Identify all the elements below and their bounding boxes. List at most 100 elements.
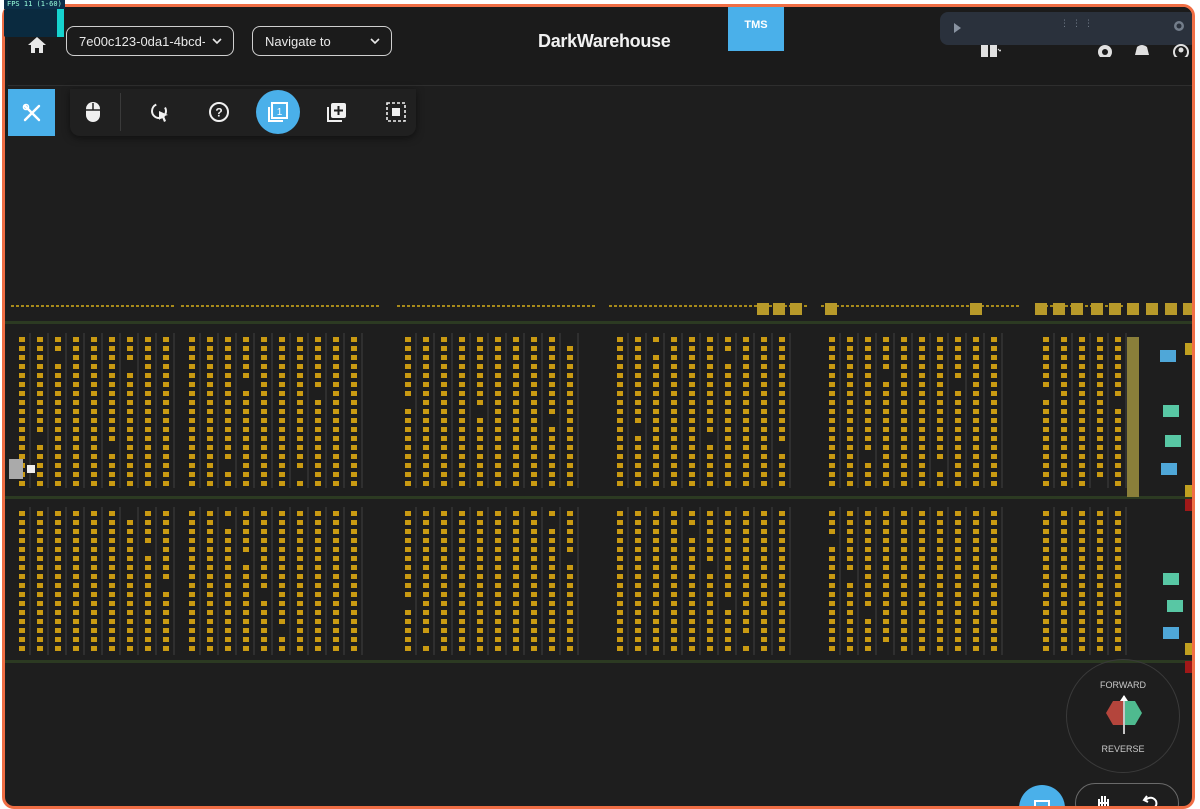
storage-slot — [847, 373, 853, 378]
gear-icon[interactable] — [1095, 43, 1115, 57]
aisle — [137, 333, 139, 488]
storage-slot — [707, 628, 713, 633]
storage-slot — [279, 418, 285, 423]
header-tick — [557, 305, 560, 307]
storage-slot — [441, 373, 447, 378]
storage-slot — [531, 529, 537, 534]
account-icon[interactable] — [1171, 43, 1191, 57]
storage-slot — [279, 637, 285, 642]
svg-text:1: 1 — [277, 107, 283, 118]
storage-slot — [883, 337, 889, 342]
storage-slot — [653, 520, 659, 525]
storage-slot — [315, 463, 321, 468]
storage-slot — [937, 601, 943, 606]
direction-control[interactable]: FORWARD REVERSE — [1066, 659, 1180, 773]
storage-slot — [477, 346, 483, 351]
storage-slot — [635, 619, 641, 624]
storage-slot — [55, 382, 61, 387]
forward-arrow-icon[interactable] — [1125, 701, 1142, 725]
storage-slot — [955, 637, 961, 642]
storage-slot — [761, 511, 767, 516]
single-view-icon[interactable]: 1 — [256, 90, 300, 134]
storage-slot — [279, 463, 285, 468]
storage-slot — [37, 520, 43, 525]
storage-slot — [207, 619, 213, 624]
storage-slot — [779, 556, 785, 561]
storage-slot — [919, 355, 925, 360]
pointer-select-icon[interactable] — [142, 94, 178, 130]
storage-slot — [743, 538, 749, 543]
storage-slot — [707, 637, 713, 642]
storage-slot — [19, 346, 25, 351]
storage-slot — [549, 538, 555, 543]
storage-slot — [883, 472, 889, 477]
storage-slot — [1079, 481, 1085, 486]
add-layer-icon[interactable] — [319, 94, 355, 130]
storage-slot — [973, 454, 979, 459]
storage-slot — [145, 418, 151, 423]
bell-icon[interactable] — [1132, 43, 1152, 57]
drag-handle-icon[interactable]: ⋮⋮⋮ — [1060, 20, 1093, 33]
help-icon[interactable]: ? — [201, 94, 237, 130]
storage-slot — [91, 364, 97, 369]
storage-slot — [973, 601, 979, 606]
storage-slot — [725, 364, 731, 369]
play-icon[interactable] — [954, 23, 961, 33]
storage-slot — [761, 556, 767, 561]
storage-slot — [725, 646, 731, 651]
storage-slot — [109, 583, 115, 588]
storage-slot — [495, 574, 501, 579]
warehouse-select[interactable]: 7e00c123-0da1-4bcd-8... — [66, 26, 234, 56]
header-tick — [201, 305, 204, 307]
home-icon[interactable] — [26, 35, 48, 55]
tools-icon[interactable] — [8, 89, 55, 136]
zoom-icon[interactable] — [1172, 20, 1186, 34]
storage-slot — [189, 391, 195, 396]
robot — [1163, 627, 1179, 639]
storage-slot — [1097, 637, 1103, 642]
hand-icon[interactable] — [1094, 793, 1112, 809]
select-area-icon[interactable] — [378, 94, 414, 130]
storage-slot — [1043, 409, 1049, 414]
storage-slot — [829, 619, 835, 624]
square-icon[interactable] — [1019, 785, 1065, 806]
storage-slot — [333, 574, 339, 579]
storage-slot — [163, 481, 169, 486]
storage-slot — [297, 346, 303, 351]
header-tick — [619, 305, 622, 307]
storage-slot — [1097, 337, 1103, 342]
storage-slot — [531, 337, 537, 342]
header-tick — [547, 305, 550, 307]
storage-slot — [973, 463, 979, 468]
aisle — [343, 507, 345, 655]
storage-slot — [991, 337, 997, 342]
reverse-arrow-icon[interactable] — [1106, 701, 1123, 725]
storage-slot — [297, 400, 303, 405]
storage-slot — [127, 637, 133, 642]
aisle — [173, 333, 175, 488]
storage-slot — [653, 619, 659, 624]
header-tick — [447, 305, 450, 307]
storage-slot — [725, 472, 731, 477]
storage-slot — [671, 436, 677, 441]
tms-tab[interactable]: TMS — [728, 7, 784, 51]
storage-slot — [207, 409, 213, 414]
undo-icon[interactable] — [1142, 793, 1160, 809]
storage-slot — [423, 373, 429, 378]
warehouse-map[interactable] — [5, 295, 1192, 695]
storage-slot — [145, 583, 151, 588]
mouse-mode-icon[interactable] — [75, 94, 111, 130]
storage-slot — [441, 481, 447, 486]
storage-slot — [145, 520, 151, 525]
storage-slot — [333, 601, 339, 606]
storage-slot — [243, 400, 249, 405]
storage-slot — [847, 454, 853, 459]
storage-slot — [423, 391, 429, 396]
storage-slot — [145, 556, 151, 561]
navigate-select[interactable]: Navigate to — [252, 26, 392, 56]
layout-icon[interactable] — [981, 43, 1001, 57]
aisle — [645, 507, 647, 655]
storage-slot — [315, 646, 321, 651]
storage-slot — [207, 346, 213, 351]
storage-slot — [189, 538, 195, 543]
